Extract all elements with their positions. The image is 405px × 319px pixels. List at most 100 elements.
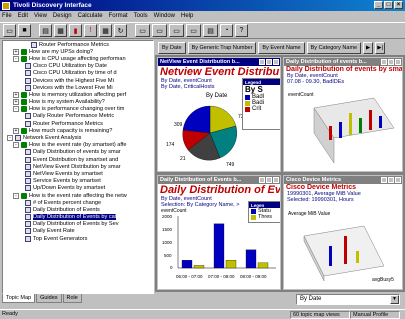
tree-item[interactable]: Top Event Generators <box>3 235 153 242</box>
tree-item[interactable]: - How is the event rate (by smartset) aff… <box>3 142 153 149</box>
collapse-icon[interactable]: - <box>7 135 13 142</box>
menu-calculate[interactable]: Calculate <box>78 13 103 19</box>
save-icon[interactable]: ■ <box>18 24 31 37</box>
maximize-icon[interactable] <box>266 59 272 65</box>
tab-by-category-name[interactable]: By Category Name <box>306 42 362 54</box>
close-icon[interactable] <box>395 177 401 183</box>
view-selector[interactable]: By Date ▼ <box>296 294 400 305</box>
netview-window-caption-text: NetView Event Distribution b... <box>160 59 240 65</box>
minimize-button[interactable]: _ <box>374 1 383 9</box>
expand-icon[interactable]: + <box>13 48 19 55</box>
last-tab-button[interactable]: ▶| <box>375 42 386 54</box>
collapse-icon[interactable]: - <box>13 106 19 113</box>
tab-by-generic-trap[interactable]: By Generic Trap Number <box>187 42 257 54</box>
netview-window-caption[interactable]: NetView Event Distribution b... <box>158 58 280 66</box>
menu-file[interactable]: File <box>2 13 12 19</box>
maximize-button[interactable]: □ <box>384 1 393 9</box>
refresh-icon[interactable]: ↻ <box>114 24 127 37</box>
daily-events-window[interactable]: Daily Distribution of Events b... Daily … <box>157 175 281 290</box>
tree-item[interactable]: - How is CPU usage affecting performan <box>3 55 153 62</box>
tree-item[interactable]: + How are my UPSs doing? <box>3 48 153 55</box>
menu-format[interactable]: Format <box>109 13 128 19</box>
tab-topic-map[interactable]: Topic Map <box>2 294 36 303</box>
pie-legend-window[interactable]: Legend By S Badl Badi Crit <box>242 78 280 130</box>
tree-item[interactable]: NetView Event Distribution by smar <box>3 163 153 170</box>
tree-item[interactable]: Daily Event Rate <box>3 228 153 235</box>
maximize-icon[interactable] <box>266 177 272 183</box>
panel2-icon[interactable]: ▭ <box>152 24 167 37</box>
minimize-icon[interactable] <box>259 59 265 65</box>
maximize-icon[interactable] <box>388 177 394 183</box>
daily-events-caption[interactable]: Daily Distribution of Events b... <box>158 176 280 184</box>
expand-icon[interactable]: + <box>13 99 19 106</box>
tree-item[interactable]: Up/Down Events by smartset <box>3 185 153 192</box>
tree-item[interactable]: Service Events by smartset <box>3 178 153 185</box>
tree-item[interactable]: # of Events percent change <box>3 199 153 206</box>
tree-item[interactable]: + How is memory utilization affecting per… <box>3 91 153 98</box>
close-icon[interactable] <box>395 59 401 65</box>
maximize-icon[interactable] <box>388 59 394 65</box>
tree-item[interactable]: Devices with the Lowest Five Mi <box>3 84 153 91</box>
expand-icon[interactable]: + <box>13 127 19 134</box>
expand-icon[interactable]: + <box>13 91 19 98</box>
tab-role[interactable]: Role <box>62 294 82 303</box>
menu-design[interactable]: Design <box>53 13 72 19</box>
chart-icon[interactable]: ▮ <box>69 24 82 37</box>
tree-item[interactable]: Daily Distribution of Events by Sev <box>3 221 153 228</box>
close-button[interactable]: × <box>394 1 403 9</box>
tree-item[interactable]: Event Distribution by smartset and <box>3 156 153 163</box>
menu-tools[interactable]: Tools <box>134 13 148 19</box>
daily-window-caption[interactable]: Daily Distribution of events b... <box>284 58 402 66</box>
tree-item[interactable]: Daily Router Performance Metric <box>3 113 153 120</box>
menu-window[interactable]: Window <box>154 13 175 19</box>
netview-window[interactable]: NetView Event Distribution b... Netview … <box>157 57 281 172</box>
help-icon[interactable]: ? <box>235 24 248 37</box>
tab-by-event-name[interactable]: By Event Name <box>258 42 305 54</box>
tree-item[interactable]: + How is my system Availability? <box>3 99 153 106</box>
close-icon[interactable] <box>273 59 279 65</box>
next-tab-button[interactable]: ▶ <box>363 42 374 54</box>
tree-item[interactable]: Daily Distribution of Events <box>3 206 153 213</box>
tree-item[interactable]: + How much capacity is remaining? <box>3 127 153 134</box>
tab-guides[interactable]: Guides <box>36 294 62 303</box>
tree-item[interactable]: Daily Distribution of events by smar <box>3 149 153 156</box>
warning-icon[interactable]: ! <box>84 24 97 37</box>
collapse-icon[interactable]: - <box>13 192 19 199</box>
collapse-icon[interactable]: - <box>13 142 19 149</box>
tree-item[interactable]: Cisco CPU Utilization by Date <box>3 63 153 70</box>
panel1-icon[interactable]: ▭ <box>135 24 150 37</box>
tab-by-date[interactable]: By Date <box>158 42 186 54</box>
minimize-icon[interactable] <box>381 59 387 65</box>
tree-item[interactable]: Router Performance Metrics <box>3 41 153 48</box>
panel3-icon[interactable]: ▭ <box>169 24 184 37</box>
bar-legend-window[interactable]: Legen Statu Thres <box>248 201 280 223</box>
menu-view[interactable]: View <box>34 13 47 19</box>
cisco-caption[interactable]: Cisco Device Metrics <box>284 176 402 184</box>
minimize-icon[interactable] <box>259 177 265 183</box>
tree-item[interactable]: Daily Distribution of Events by cat <box>3 214 153 221</box>
topic-tree[interactable]: Router Performance Metrics + How are my UP… <box>2 40 154 294</box>
sql-icon[interactable]: ▤ <box>203 24 218 37</box>
cisco-metrics-window[interactable]: Cisco Device Metrics Cisco Device Metric… <box>283 175 403 290</box>
tree-item[interactable]: Devices with the Highest Five Mi <box>3 77 153 84</box>
panel4-icon[interactable]: ▭ <box>186 24 201 37</box>
tree-item[interactable]: - How is the event rate affecting the net… <box>3 192 153 199</box>
document-icon <box>25 185 31 192</box>
open-icon[interactable]: ▭ <box>3 24 16 37</box>
tree-item[interactable]: - Network Event Analysis <box>3 134 153 142</box>
menu-edit[interactable]: Edit <box>18 13 28 19</box>
collapse-icon[interactable]: - <box>13 55 19 62</box>
print-icon[interactable]: ▤ <box>39 24 52 37</box>
tree-item[interactable]: NetView Events by smartset <box>3 170 153 177</box>
daily-distribution-window[interactable]: Daily Distribution of events b... Daily … <box>283 57 403 172</box>
chevron-down-icon[interactable]: ▼ <box>390 295 399 304</box>
tree-item[interactable]: Router Performance Metrics <box>3 120 153 127</box>
tree-item[interactable]: - How is performance changing over tim <box>3 106 153 113</box>
minimize-icon[interactable] <box>381 177 387 183</box>
menu-help[interactable]: Help <box>181 13 193 19</box>
grid-icon[interactable]: ▦ <box>99 24 112 37</box>
tree-item[interactable]: Cisco CPU Utilization by time of d <box>3 70 153 77</box>
table-icon[interactable]: ▦ <box>54 24 67 37</box>
close-icon[interactable] <box>273 177 279 183</box>
pie-icon[interactable]: ◔ <box>220 24 233 37</box>
